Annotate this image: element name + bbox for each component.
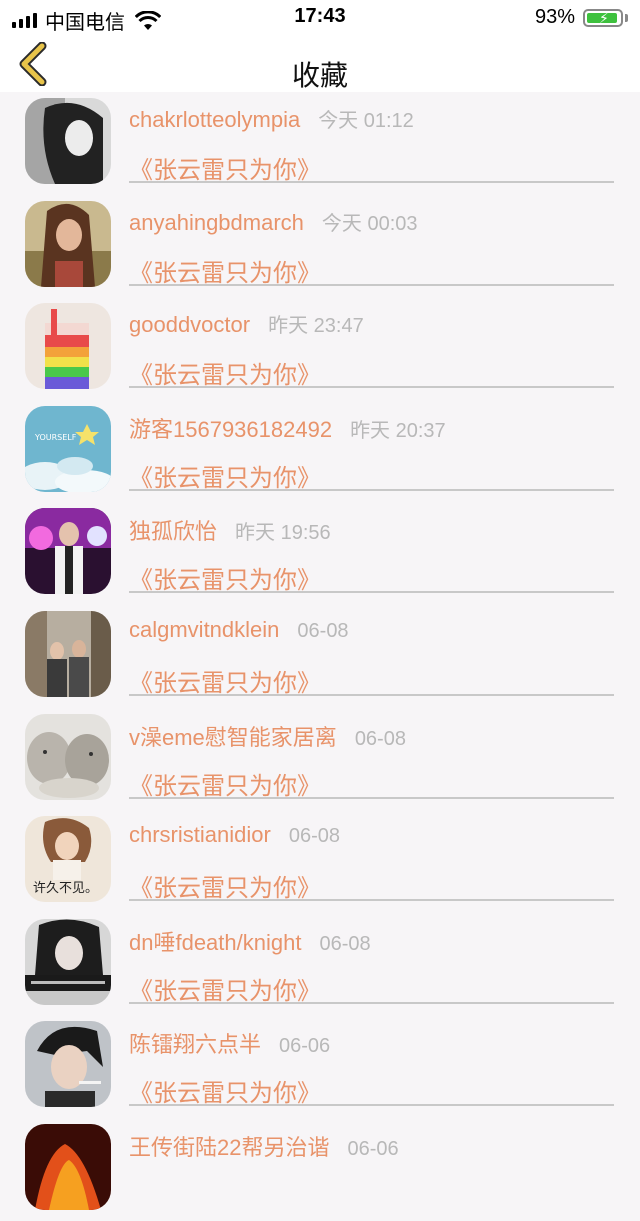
avatar[interactable] [25,1123,111,1210]
song-title[interactable]: 《张云雷只为你》 [129,1073,321,1108]
timestamp: 06-08 [354,727,406,750]
song-title[interactable]: 《张云雷只为你》 [129,766,321,801]
song-title[interactable]: 《张云雷只为你》 [129,663,321,698]
username[interactable]: chakrlotteolympia 今天 01:12 [129,104,414,133]
status-right: 93% ⚡ [535,6,628,29]
username[interactable]: 王传街陆22帮另治谐 06-06 [129,1130,399,1162]
battery-tip [625,13,628,22]
avatar[interactable] [25,508,111,595]
avatar[interactable] [25,200,111,287]
song-title[interactable]: 《张云雷只为你》 [129,560,321,595]
page-title: 收藏 [291,60,348,91]
avatar-woman-long-hair-icon [25,200,111,287]
list-item[interactable]: calgmvitndklein 06-08 《张云雷只为你》 [0,605,640,708]
timestamp: 今天 01:12 [318,110,414,132]
status-bar: 中国电信 17:43 93% ⚡ [0,0,640,34]
username[interactable]: chrsristianidior 06-08 [129,822,340,848]
username[interactable]: v澡eme慰智能家居离 06-08 [129,720,406,752]
avatar-dark-girl-icon [25,918,111,1005]
avatar-rainbow-drink-icon [25,303,111,390]
avatar[interactable] [25,98,111,184]
username[interactable]: 游客1567936182492 昨天 20:37 [129,412,446,444]
avatar-young-man-icon [25,1021,111,1108]
song-title[interactable]: 《张云雷只为你》 [129,971,321,1006]
timestamp: 昨天 19:56 [235,522,331,545]
avatar[interactable] [25,918,111,1005]
song-title[interactable]: 《张云雷只为你》 [129,355,321,390]
avatar[interactable]: 许久不见。 [25,816,111,903]
list-item[interactable]: v澡eme慰智能家居离 06-08 《张云雷只为你》 [0,708,640,811]
username[interactable]: 独孤欣怡 昨天 19:56 [129,514,331,546]
battery-percent: 93% [534,6,575,28]
avatar[interactable] [25,1021,111,1108]
song-title[interactable]: 《张云雷只为你》 [129,458,321,493]
list-item[interactable]: 王传街陆22帮另治谐 06-06 [0,1118,640,1221]
avatar-stage-man-icon [25,508,111,595]
avatar[interactable] [25,713,111,800]
divider [129,591,614,594]
song-title[interactable]: 《张云雷只为你》 [129,868,321,903]
svg-text:许久不见。: 许久不见。 [33,881,98,896]
username[interactable]: anyahingbdmarch 今天 00:03 [129,207,418,236]
divider [129,283,614,286]
list-item[interactable]: anyahingbdmarch 今天 00:03 《张云雷只为你》 [0,195,640,298]
divider [129,1104,614,1107]
avatar-street-couple-icon [25,610,111,697]
list-item[interactable]: 独孤欣怡 昨天 19:56 《张云雷只为你》 [0,502,640,605]
divider [129,488,614,491]
divider [129,899,614,902]
timestamp: 昨天 23:47 [268,315,364,338]
avatar[interactable]: YOURSELF [25,405,111,492]
list-item[interactable]: 陈镭翔六点半 06-06 《张云雷只为你》 [0,1015,640,1118]
list-item[interactable]: 许久不见。 chrsristianidior 06-08 《张云雷只为你》 [0,810,640,913]
timestamp: 06-08 [288,825,340,848]
divider [129,1001,614,1004]
timestamp: 06-06 [279,1035,331,1058]
divider [129,796,614,799]
divider [129,693,614,696]
list-item[interactable]: gooddvoctor 昨天 23:47 《张云雷只为你》 [0,297,640,400]
favorites-list: chakrlotteolympia 今天 01:12 《张云雷只为你》 anyah… [0,92,640,1221]
avatar-text-image-icon: 许久不见。 [25,816,111,903]
svg-text:YOURSELF: YOURSELF [34,433,77,442]
username[interactable]: calgmvitndklein 06-08 [129,617,349,643]
username[interactable]: dn唾fdeath/knight 06-08 [129,925,371,957]
avatar-rabbits-icon [25,713,111,800]
timestamp: 今天 00:03 [321,212,418,235]
avatar-bw-portrait-icon [25,98,111,184]
song-title[interactable]: 《张云雷只为你》 [129,150,321,185]
avatar[interactable] [25,610,111,697]
list-item[interactable]: YOURSELF 游客1567936182492 昨天 20:37 《张云雷只为你… [0,400,640,503]
divider [129,181,614,183]
avatar-fire-icon [25,1123,111,1210]
username[interactable]: gooddvoctor 昨天 23:47 [129,309,364,338]
battery-icon: ⚡ [583,8,623,27]
username[interactable]: 陈镭翔六点半 06-06 [129,1027,330,1059]
nav-bar: 收藏 [0,34,640,92]
timestamp: 昨天 20:37 [350,419,446,442]
list-item[interactable]: chakrlotteolympia 今天 01:12 《张云雷只为你》 [0,92,640,195]
avatar[interactable] [25,303,111,390]
song-title[interactable]: 《张云雷只为你》 [129,253,321,288]
timestamp: 06-08 [319,932,371,955]
timestamp: 06-08 [297,619,349,642]
timestamp: 06-06 [347,1137,399,1160]
avatar-blue-sky-icon: YOURSELF [25,405,111,492]
list-item[interactable]: dn唾fdeath/knight 06-08 《张云雷只为你》 [0,913,640,1016]
divider [129,386,614,389]
